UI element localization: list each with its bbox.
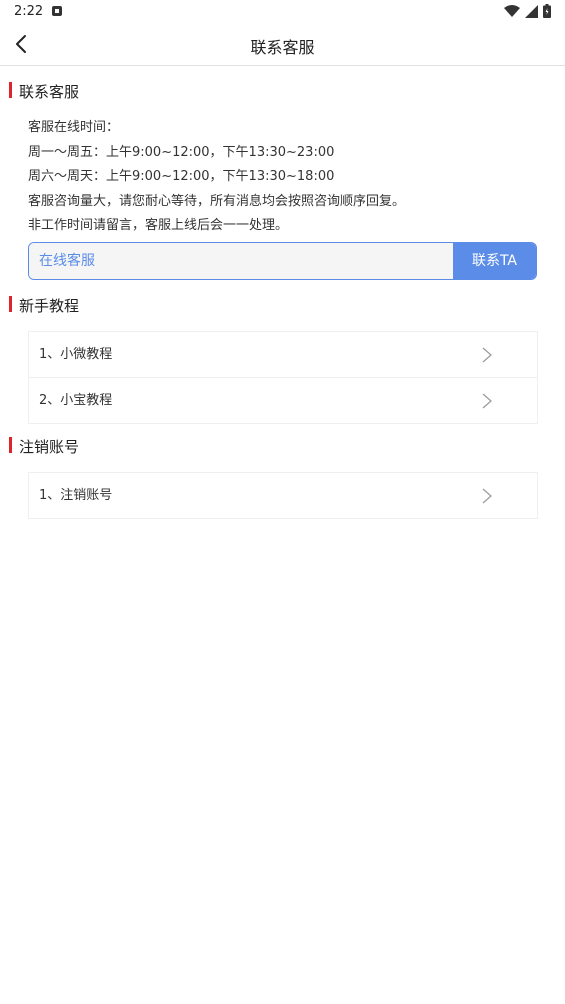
service-hours-info: 客服在线时间： 周一～周五：上午9:00~12:00，下午13:30~23:00… <box>28 116 548 239</box>
signal-icon <box>525 4 538 18</box>
section-title-text: 注销账号 <box>19 438 80 456</box>
list-item-xiaowei-tutorial[interactable]: 1、小微教程 <box>29 332 537 378</box>
page-title: 联系客服 <box>250 38 315 57</box>
section-marker <box>9 82 12 98</box>
section-marker <box>9 296 12 312</box>
list-item-delete-account[interactable]: 1、注销账号 <box>29 473 537 518</box>
info-line: 周一～周五：上午9:00~12:00，下午13:30~23:00 <box>28 144 335 160</box>
status-time: 2:22 <box>14 4 44 19</box>
list-item-label: 1、小微教程 <box>39 347 113 362</box>
account-list: 1、注销账号 <box>28 472 538 519</box>
list-item-label: 1、注销账号 <box>39 488 113 503</box>
nav-bar: 联系客服 <box>0 24 565 66</box>
contact-box: 在线客服 联系TA <box>28 242 537 280</box>
list-item-label: 2、小宝教程 <box>39 393 113 408</box>
wifi-icon <box>504 4 520 17</box>
section-title-text: 联系客服 <box>19 83 80 101</box>
tutorial-list: 1、小微教程 2、小宝教程 <box>28 331 538 424</box>
info-line: 客服在线时间： <box>28 120 120 135</box>
list-item-xiaobao-tutorial[interactable]: 2、小宝教程 <box>29 378 537 423</box>
chevron-right-icon <box>482 488 492 504</box>
contact-ta-button[interactable]: 联系TA <box>453 243 536 279</box>
section-marker <box>9 437 12 453</box>
info-line: 周六～周天：上午9:00~12:00，下午13:30~18:00 <box>28 169 335 184</box>
notification-icon <box>52 6 62 16</box>
chevron-right-icon <box>482 393 492 409</box>
status-icons <box>504 4 551 18</box>
info-line: 客服咨询量大，请您耐心等待，所有消息均会按照咨询顺序回复。 <box>28 193 406 209</box>
online-service-field[interactable]: 在线客服 <box>29 243 453 279</box>
battery-icon <box>543 4 551 18</box>
status-bar: 2:22 <box>0 0 565 24</box>
info-line: 非工作时间请留言，客服上线后会一一处理。 <box>28 218 289 233</box>
section-title-text: 新手教程 <box>19 297 80 315</box>
chevron-right-icon <box>482 347 492 363</box>
